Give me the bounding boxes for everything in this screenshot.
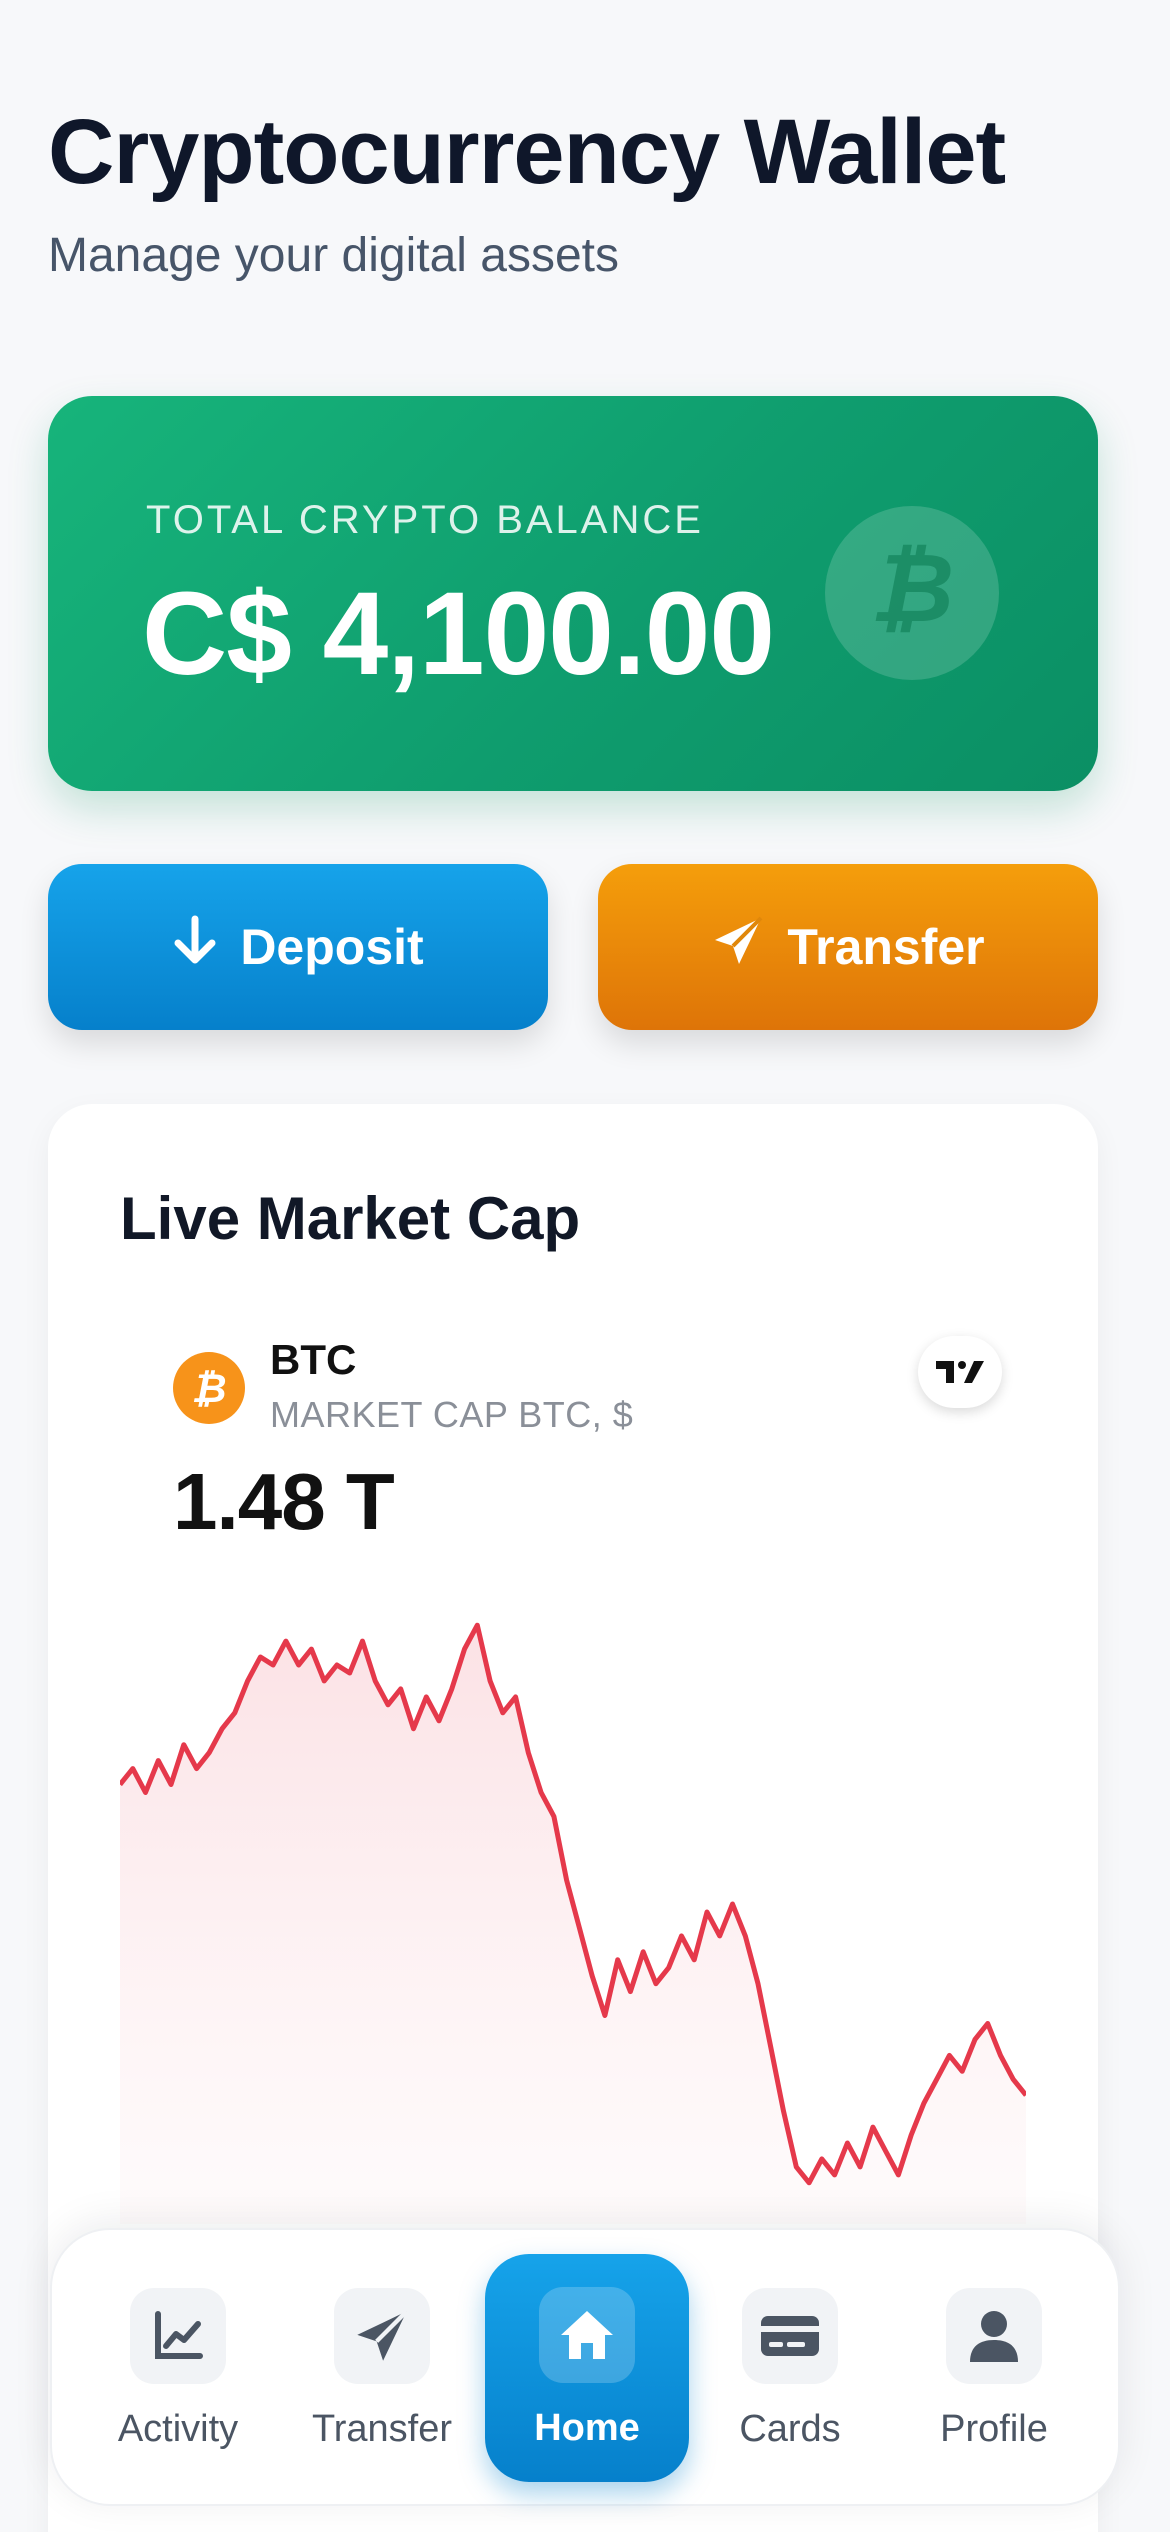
paper-plane-icon bbox=[334, 2287, 430, 2384]
user-icon bbox=[946, 2287, 1042, 2384]
nav-item-cards[interactable]: Cards bbox=[690, 2230, 890, 2508]
market-cap-value: 1.48 T bbox=[173, 1457, 395, 1546]
nav-label-cards: Cards bbox=[739, 2407, 841, 2450]
market-title: Live Market Cap bbox=[120, 1185, 581, 1252]
chart-area-fill bbox=[120, 1625, 1026, 2224]
deposit-label: Deposit bbox=[240, 919, 424, 975]
balance-amount: C$ 4,100.00 bbox=[142, 568, 775, 700]
nav-item-transfer[interactable]: Transfer bbox=[282, 2230, 482, 2508]
transfer-button[interactable]: Transfer bbox=[598, 864, 1098, 1030]
coin-subtitle: MARKET CAP BTC, $ bbox=[270, 1394, 634, 1435]
nav-item-home[interactable]: Home bbox=[485, 2254, 689, 2482]
deposit-button[interactable]: Deposit bbox=[48, 864, 548, 1030]
transfer-label: Transfer bbox=[787, 919, 985, 975]
chart-line-icon bbox=[130, 2287, 226, 2384]
nav-label-activity: Activity bbox=[117, 2407, 239, 2450]
bottom-nav: Activity Transfer Home Cards Profile bbox=[50, 2228, 1120, 2506]
arrow-down-icon bbox=[172, 915, 218, 979]
nav-item-profile[interactable]: Profile bbox=[894, 2230, 1094, 2508]
btc-coin-icon: ₿ bbox=[173, 1352, 245, 1424]
balance-label: TOTAL CRYPTO BALANCE bbox=[146, 498, 704, 542]
paper-plane-icon bbox=[711, 914, 765, 980]
home-icon bbox=[539, 2286, 635, 2383]
nav-label-profile: Profile bbox=[940, 2407, 1048, 2450]
nav-label-home: Home bbox=[534, 2406, 640, 2449]
page-subtitle: Manage your digital assets bbox=[48, 229, 619, 282]
svg-text:₿: ₿ bbox=[870, 543, 954, 643]
coin-symbol: BTC bbox=[270, 1336, 357, 1383]
header: Cryptocurrency Wallet Manage your digita… bbox=[48, 96, 1122, 283]
wallet-screen: Cryptocurrency Wallet Manage your digita… bbox=[0, 0, 1170, 2532]
nav-label-transfer: Transfer bbox=[311, 2407, 453, 2450]
balance-card: TOTAL CRYPTO BALANCE C$ 4,100.00 ₿ bbox=[48, 396, 1098, 791]
bitcoin-icon: ₿ bbox=[825, 506, 999, 680]
svg-text:₿: ₿ bbox=[191, 1366, 226, 1412]
credit-card-icon bbox=[742, 2287, 838, 2384]
nav-item-activity[interactable]: Activity bbox=[78, 2230, 278, 2508]
page-title: Cryptocurrency Wallet bbox=[48, 101, 1006, 203]
tradingview-logo[interactable] bbox=[918, 1336, 1002, 1408]
market-cap-chart bbox=[120, 1622, 1026, 2224]
